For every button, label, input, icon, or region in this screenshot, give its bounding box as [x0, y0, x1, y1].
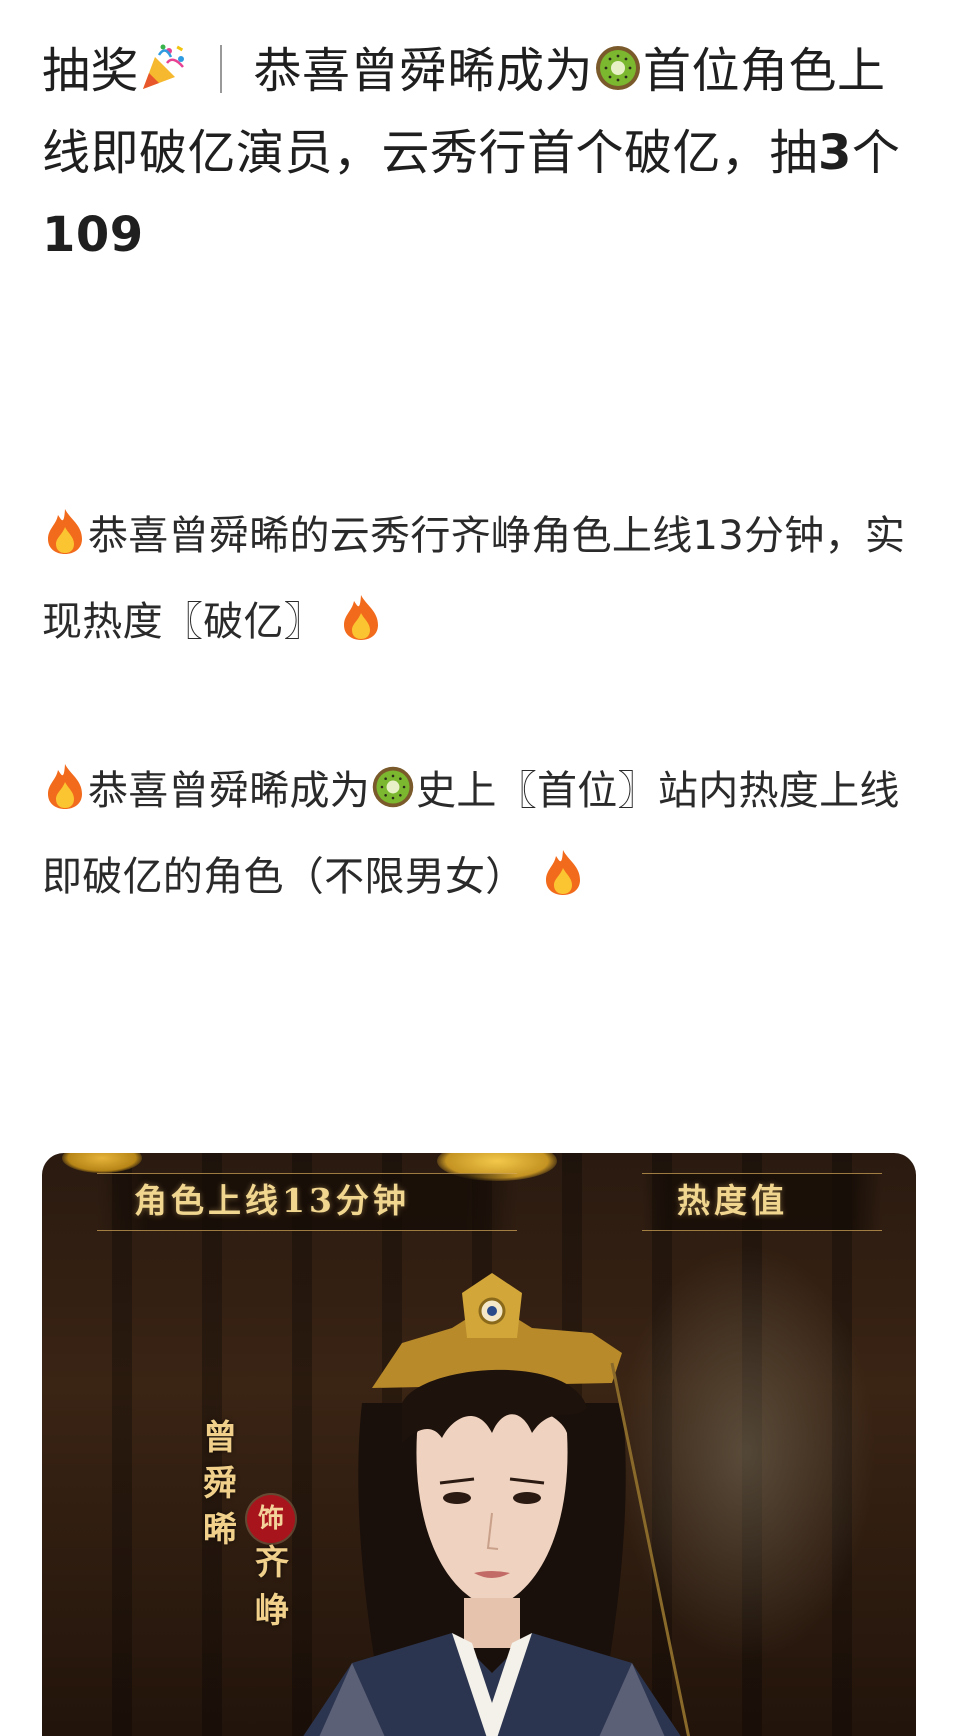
fire-icon: [540, 848, 586, 896]
fire-icon: [338, 593, 384, 641]
poster-actor-name: 曾舜晞: [203, 1418, 237, 1550]
weibo-post-page: 抽奖 ｜恭喜曾舜晞成为 首位角色上线即破亿演员，云秀行首个破亿，抽3个109 恭…: [0, 0, 959, 1736]
post-paragraph-2: 恭喜曾舜晞成为 史上〖首位〗站内热度上线即破亿的角色（不限男女）: [42, 748, 922, 920]
title-number-count: 3: [818, 125, 852, 181]
post-image[interactable]: 角色上线13分钟 热度值 曾舜晞 饰 齐峥: [42, 1153, 916, 1736]
title-separator: ｜: [197, 43, 246, 99]
post-title: 抽奖 ｜恭喜曾舜晞成为 首位角色上线即破亿演员，云秀行首个破亿，抽3个109: [42, 30, 922, 276]
title-number-109: 109: [42, 207, 144, 263]
title-part-lottery: 抽奖: [42, 43, 140, 99]
kiwi-icon: [593, 43, 643, 93]
paragraph-1-text: 恭喜曾舜晞的云秀行齐峥角色上线13分钟，实现热度〖破亿〗: [42, 513, 906, 645]
poster-seal-stamp: 饰: [247, 1495, 295, 1543]
poster-label-online-time: 角色上线13分钟: [134, 1181, 410, 1220]
fire-icon: [42, 507, 88, 555]
poster-role-name: 齐峥: [255, 1543, 289, 1631]
title-part-congrats: 恭喜曾舜晞成为: [253, 43, 594, 99]
fire-icon: [42, 762, 88, 810]
character-portrait: [303, 1273, 691, 1736]
paragraph-2-text-a: 恭喜曾舜晞成为: [88, 768, 371, 814]
party-popper-icon: [139, 43, 189, 93]
post-paragraph-1: 恭喜曾舜晞的云秀行齐峥角色上线13分钟，实现热度〖破亿〗: [42, 493, 922, 665]
title-part-unit: 个: [851, 125, 901, 181]
kiwi-icon: [370, 764, 416, 810]
poster-label-heat-value: 热度值: [677, 1181, 788, 1220]
